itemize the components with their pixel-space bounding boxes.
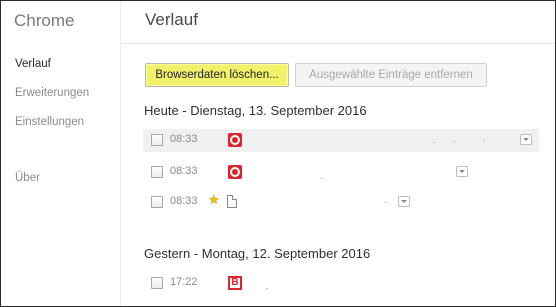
redacted-mark bbox=[266, 288, 268, 289]
app-title: Chrome bbox=[14, 11, 75, 30]
sidebar-item-einstellungen[interactable]: Einstellungen bbox=[15, 116, 84, 128]
page-icon bbox=[227, 195, 237, 208]
title-divider bbox=[121, 43, 555, 44]
red-ring-icon bbox=[228, 165, 242, 179]
entry-checkbox[interactable] bbox=[151, 196, 163, 208]
entry-checkbox[interactable] bbox=[151, 134, 163, 146]
history-entry[interactable]: 17:22 B bbox=[143, 272, 539, 295]
red-b-icon: B bbox=[228, 276, 242, 290]
redacted-mark bbox=[433, 142, 435, 143]
entry-menu-button[interactable] bbox=[456, 166, 468, 177]
entry-time: 08:33 bbox=[170, 133, 198, 145]
entry-time: 08:33 bbox=[170, 165, 198, 177]
redacted-mark bbox=[385, 202, 387, 203]
entry-menu-button[interactable] bbox=[398, 196, 410, 207]
day-header-yesterday: Gestern - Montag, 12. September 2016 bbox=[144, 246, 371, 261]
history-entry[interactable]: 08:33 bbox=[143, 129, 539, 152]
redacted-mark bbox=[453, 141, 455, 142]
redacted-mark bbox=[483, 140, 485, 141]
star-icon[interactable]: ★ bbox=[208, 192, 220, 208]
sidebar-item-verlauf[interactable]: Verlauf bbox=[15, 58, 51, 70]
entry-time: 08:33 bbox=[170, 195, 198, 207]
sidebar-item-erweiterungen[interactable]: Erweiterungen bbox=[15, 87, 89, 99]
entry-menu-button[interactable] bbox=[520, 134, 532, 145]
redacted-mark bbox=[321, 178, 323, 179]
day-header-today: Heute - Dienstag, 13. September 2016 bbox=[144, 103, 367, 118]
red-ring-icon bbox=[228, 133, 242, 147]
entry-checkbox[interactable] bbox=[151, 166, 163, 178]
page-title: Verlauf bbox=[145, 10, 198, 29]
sidebar: Chrome Verlauf Erweiterungen Einstellung… bbox=[1, 1, 120, 306]
sidebar-divider bbox=[120, 1, 121, 306]
clear-browsing-data-button[interactable]: Browserdaten löschen... bbox=[145, 63, 289, 87]
entry-checkbox[interactable] bbox=[151, 277, 163, 289]
history-entry[interactable]: 08:33 ★ bbox=[143, 191, 539, 214]
entry-time: 17:22 bbox=[170, 276, 198, 288]
remove-selected-button[interactable]: Ausgewählte Einträge entfernen bbox=[295, 63, 487, 87]
history-entry[interactable]: 08:33 bbox=[143, 161, 539, 184]
sidebar-item-ueber[interactable]: Über bbox=[15, 172, 40, 184]
